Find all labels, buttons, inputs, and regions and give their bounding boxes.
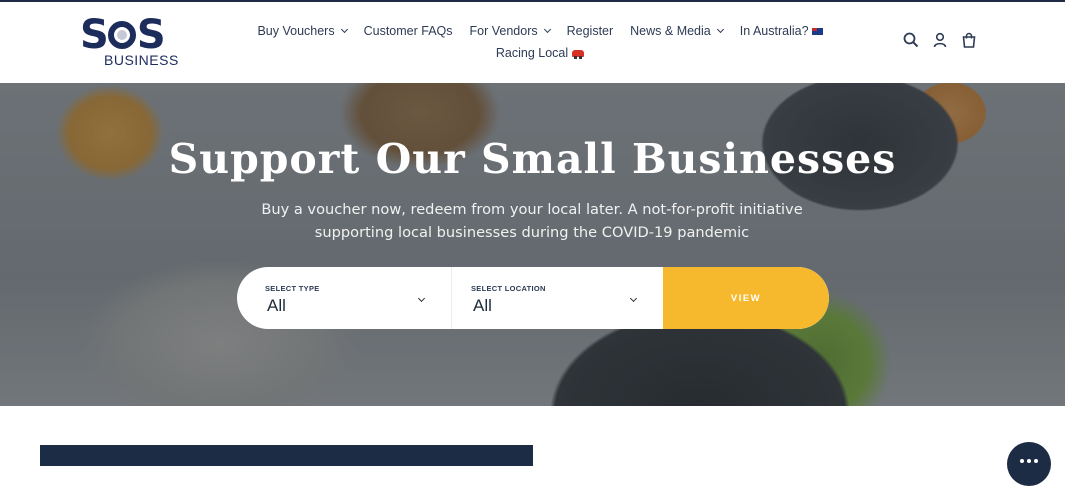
nav-in-australia[interactable]: In Australia? bbox=[740, 24, 823, 38]
nav-row-2: Racing Local bbox=[270, 38, 810, 68]
nav-for-vendors[interactable]: For Vendors bbox=[470, 24, 551, 38]
chevron-down-icon bbox=[340, 25, 348, 34]
logo-mark: S S bbox=[80, 12, 166, 58]
select-location-label: SELECT LOCATION bbox=[471, 284, 546, 293]
search-icon[interactable] bbox=[903, 32, 919, 48]
view-button[interactable]: VIEW bbox=[663, 267, 829, 329]
logo-circle bbox=[107, 21, 136, 49]
logo[interactable]: S S BUSINESS bbox=[80, 12, 179, 70]
nav-register[interactable]: Register bbox=[567, 24, 614, 38]
site-header: S S BUSINESS Buy Vouchers Customer FAQs … bbox=[0, 2, 1065, 83]
chat-dot-icon bbox=[1034, 459, 1038, 463]
voucher-search-bar: SELECT TYPE All SELECT LOCATION All VIEW bbox=[237, 267, 829, 329]
logo-subtext: BUSINESS bbox=[104, 52, 179, 68]
chat-dot-icon bbox=[1027, 459, 1031, 463]
car-icon bbox=[572, 49, 585, 59]
nav-news-media[interactable]: News & Media bbox=[630, 24, 724, 38]
account-icon[interactable] bbox=[932, 32, 948, 48]
chat-button[interactable] bbox=[1007, 442, 1051, 486]
chevron-down-icon bbox=[543, 25, 551, 34]
select-type-label: SELECT TYPE bbox=[265, 284, 320, 293]
hero-subtitle: Buy a voucher now, redeem from your loca… bbox=[261, 201, 803, 241]
header-icons bbox=[903, 32, 977, 48]
chat-dot-icon bbox=[1020, 459, 1024, 463]
nav-racing-local[interactable]: Racing Local bbox=[496, 46, 585, 60]
hero-banner: Support Our Small Businesses Buy a vouch… bbox=[0, 83, 1065, 406]
hero-title: Support Our Small Businesses bbox=[168, 135, 897, 183]
select-type-dropdown[interactable]: SELECT TYPE All bbox=[237, 267, 451, 329]
nav-customer-faqs[interactable]: Customer FAQs bbox=[364, 24, 453, 38]
cart-icon[interactable] bbox=[961, 32, 977, 48]
content-banner bbox=[40, 445, 533, 466]
chevron-down-icon bbox=[716, 25, 724, 34]
select-location-dropdown[interactable]: SELECT LOCATION All bbox=[451, 267, 663, 329]
main-nav: Buy Vouchers Customer FAQs For Vendors R… bbox=[257, 16, 823, 68]
nav-buy-vouchers[interactable]: Buy Vouchers bbox=[257, 24, 348, 38]
australia-flag-icon bbox=[811, 27, 823, 35]
